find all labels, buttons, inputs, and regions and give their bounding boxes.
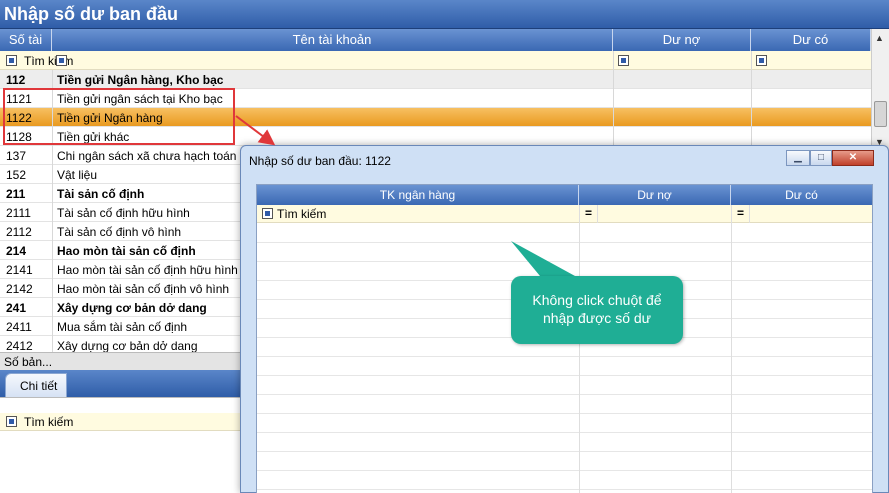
account-code: 2141 (6, 263, 33, 277)
account-name: Xây dựng cơ bản dở dang (57, 301, 207, 315)
grid-line (257, 356, 872, 357)
account-code: 152 (6, 168, 27, 182)
account-name: Chi ngân sách xã chưa hạch toán vào (57, 149, 260, 163)
tab-detail[interactable]: Chi tiết (5, 373, 67, 397)
account-code: 112 (6, 73, 26, 87)
dialog-grid-header: TK ngân hàng Dư nợ Dư có (257, 185, 872, 205)
table-row[interactable]: 2411 Mua sắm tài sản cố định (0, 317, 242, 336)
callout-note: Không click chuột để nhập được số dư (511, 276, 683, 344)
account-code: 2412 (6, 339, 33, 353)
column-divider (579, 205, 580, 493)
filter-icon[interactable] (6, 55, 17, 66)
account-name: Tài sản cố định hữu hình (57, 206, 190, 220)
table-row[interactable]: 152 Vật liệu (0, 165, 242, 184)
detail-search-label: Tìm kiếm (24, 415, 74, 429)
account-code: 2111 (6, 206, 31, 220)
table-row[interactable]: 137 Chi ngân sách xã chưa hạch toán vào (0, 146, 259, 165)
debit-filter-operator[interactable]: = (585, 206, 592, 220)
scroll-up-icon[interactable]: ▲ (875, 33, 884, 43)
account-name: Tiền gửi Ngân hàng, Kho bạc (57, 73, 224, 87)
account-code: 214 (6, 244, 27, 258)
close-button[interactable]: ✕ (832, 150, 874, 166)
grid-line (257, 470, 872, 471)
col-header-bank-account[interactable]: TK ngân hàng (257, 185, 579, 205)
account-name: Tài sản cố định vô hình (57, 225, 182, 239)
grid-line (257, 375, 872, 376)
detail-panel: Tìm kiếm (0, 397, 242, 493)
credit-filter-operator[interactable]: = (737, 206, 744, 220)
filter-icon[interactable] (6, 416, 17, 427)
col-header-name[interactable]: Tên tài khoản (52, 29, 613, 51)
minimize-button[interactable]: ▁ (786, 150, 810, 166)
table-row[interactable]: 2141 Hao mòn tài sản cố định hữu hình (0, 260, 242, 279)
table-row[interactable]: 241 Xây dựng cơ bản dở dang (0, 298, 242, 317)
column-divider (597, 205, 598, 223)
highlight-box (3, 88, 235, 145)
col-header-debit[interactable]: Dư nợ (579, 185, 731, 205)
filter-icon[interactable] (756, 55, 767, 66)
grid-line (257, 413, 872, 414)
footer-label: Số bản... (0, 352, 242, 370)
column-divider (749, 205, 750, 223)
account-name: Vật liệu (57, 168, 98, 182)
account-name: Tài sản cố định (57, 187, 145, 201)
grid-header: Số tài Tên tài khoản Dư nợ Dư có (0, 29, 871, 51)
account-name: Mua sắm tài sản cố định (57, 320, 188, 334)
grid-line (257, 261, 872, 262)
account-code: 2142 (6, 282, 33, 296)
filter-icon[interactable] (618, 55, 629, 66)
account-name: Hao mòn tài sản cố định vô hình (57, 282, 230, 296)
detail-search-row[interactable]: Tìm kiếm (0, 413, 242, 431)
table-row[interactable]: 112 Tiền gửi Ngân hàng, Kho bạc (0, 70, 871, 89)
table-row[interactable]: 214 Hao mòn tài sản cố định (0, 241, 242, 260)
col-header-debit[interactable]: Dư nợ (613, 29, 751, 51)
grid-line (257, 394, 872, 395)
table-row[interactable]: 2142 Hao mòn tài sản cố định vô hình (0, 279, 242, 298)
account-name: Hao mòn tài sản cố định hữu hình (57, 263, 238, 277)
grid-line (257, 451, 872, 452)
account-name: Hao mòn tài sản cố định (57, 244, 196, 258)
account-name: Xây dựng cơ bản dở dang (57, 339, 198, 353)
col-header-credit[interactable]: Dư có (731, 185, 872, 205)
filter-icon[interactable] (56, 55, 67, 66)
maximize-button[interactable]: □ (810, 150, 832, 166)
grid-line (257, 432, 872, 433)
column-divider (613, 51, 614, 145)
grid-search-row[interactable]: Tìm kiếm (0, 51, 871, 70)
dialog-search-label: Tìm kiếm (277, 207, 327, 221)
dialog-search-row[interactable]: Tìm kiếm = = (257, 205, 872, 223)
account-code: 137 (6, 149, 27, 163)
column-divider (731, 205, 732, 493)
filter-icon[interactable] (262, 208, 273, 219)
dialog-title: Nhập số dư ban đầu: 1122 (249, 154, 391, 168)
table-row[interactable]: 211 Tài sản cố định (0, 184, 242, 203)
account-code: 241 (6, 301, 27, 315)
col-header-code[interactable]: Số tài (0, 29, 52, 51)
account-code: 2411 (6, 320, 32, 334)
grid-line (257, 489, 872, 490)
col-header-credit[interactable]: Dư có (751, 29, 871, 51)
account-code: 2112 (6, 225, 32, 239)
column-divider (751, 51, 752, 145)
window-title: Nhập số dư ban đầu (0, 0, 889, 29)
table-row[interactable]: 2112 Tài sản cố định vô hình (0, 222, 242, 241)
scroll-thumb[interactable] (874, 101, 887, 127)
table-row[interactable]: 2111 Tài sản cố định hữu hình (0, 203, 242, 222)
grid-line (257, 242, 872, 243)
account-code: 211 (6, 187, 26, 201)
